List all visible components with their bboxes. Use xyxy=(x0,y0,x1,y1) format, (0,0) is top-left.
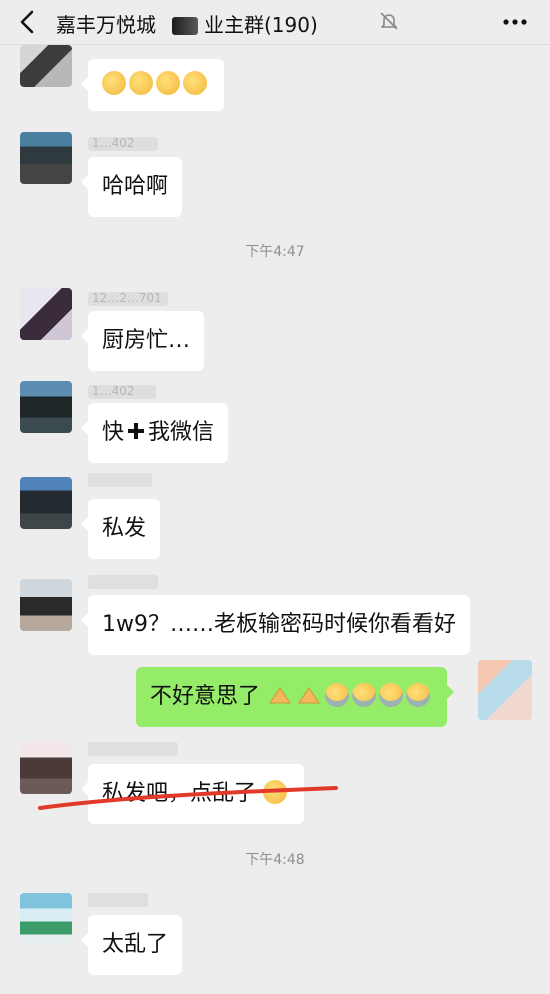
thinking-emoji-icon xyxy=(102,71,126,95)
sender-nickname: 1…402 xyxy=(88,384,156,399)
message-bubble[interactable]: 快我微信 xyxy=(80,403,229,463)
my-avatar[interactable] xyxy=(478,660,532,720)
back-chevron-icon[interactable] xyxy=(14,6,42,38)
message-bubble[interactable]: 1w9？……老板输密码时候你看看好 xyxy=(81,595,470,655)
more-dots-icon[interactable] xyxy=(500,12,530,32)
avatar[interactable] xyxy=(20,579,72,631)
message-bubble[interactable]: 哈哈啊 xyxy=(80,157,183,217)
message-text: 厨房忙… xyxy=(102,328,191,353)
plus-icon xyxy=(128,423,145,439)
folded-hands-emoji-icon xyxy=(298,687,320,704)
laugh-cry-emoji-icon xyxy=(352,683,377,707)
message-text: 私发 xyxy=(102,516,147,541)
sender-nickname: 12…2…701 xyxy=(88,291,168,306)
thinking-emoji-icon xyxy=(183,71,207,95)
my-message-bubble[interactable]: 不好意思了 xyxy=(136,667,455,727)
laugh-cry-emoji-icon xyxy=(325,683,350,707)
laugh-cry-emoji-icon xyxy=(379,683,404,707)
message-bubble[interactable] xyxy=(81,59,224,111)
chat-title: 嘉丰万悦城 业主群(190) xyxy=(56,9,318,38)
sender-nickname xyxy=(88,893,148,907)
sender-nickname xyxy=(88,742,178,756)
folded-hands-emoji-icon xyxy=(269,687,291,704)
avatar[interactable] xyxy=(20,288,72,340)
thinking-emoji-icon xyxy=(156,71,180,95)
timestamp: 下午4:48 xyxy=(245,852,305,868)
chat-title-suffix: 业主群(190) xyxy=(204,13,318,37)
avatar[interactable] xyxy=(20,45,72,87)
message-text: 我微信 xyxy=(148,420,215,445)
thinking-emoji-icon xyxy=(129,71,153,95)
bell-muted-icon xyxy=(380,12,398,30)
timestamp: 下午4:47 xyxy=(245,244,305,260)
message-bubble[interactable]: 厨房忙… xyxy=(80,311,205,371)
chat-title-prefix: 嘉丰万悦城 xyxy=(56,13,156,37)
message-list[interactable]: 1…402 哈哈啊 下午4:47 12…2…701 厨房忙… 1…402 快我微… xyxy=(0,45,550,994)
redacted-name-block xyxy=(172,17,198,35)
avatar[interactable] xyxy=(20,477,72,529)
sender-nickname xyxy=(88,575,158,589)
sender-nickname xyxy=(88,473,152,487)
avatar[interactable] xyxy=(20,381,72,433)
highlight-underline xyxy=(38,786,338,810)
chat-header: 嘉丰万悦城 业主群(190) xyxy=(0,0,550,45)
laugh-cry-emoji-icon xyxy=(406,683,431,707)
message-bubble[interactable]: 太乱了 xyxy=(80,915,183,975)
message-bubble[interactable]: 私发 xyxy=(80,499,161,559)
message-text: 不好意思了 xyxy=(150,684,261,709)
message-text: 哈哈啊 xyxy=(102,174,169,199)
avatar[interactable] xyxy=(20,132,72,184)
message-text: 快 xyxy=(102,420,125,445)
message-text: 1w9？……老板输密码时候你看看好 xyxy=(102,612,456,637)
sender-nickname: 1…402 xyxy=(88,136,158,151)
avatar[interactable] xyxy=(20,893,72,945)
message-text: 太乱了 xyxy=(102,932,169,957)
